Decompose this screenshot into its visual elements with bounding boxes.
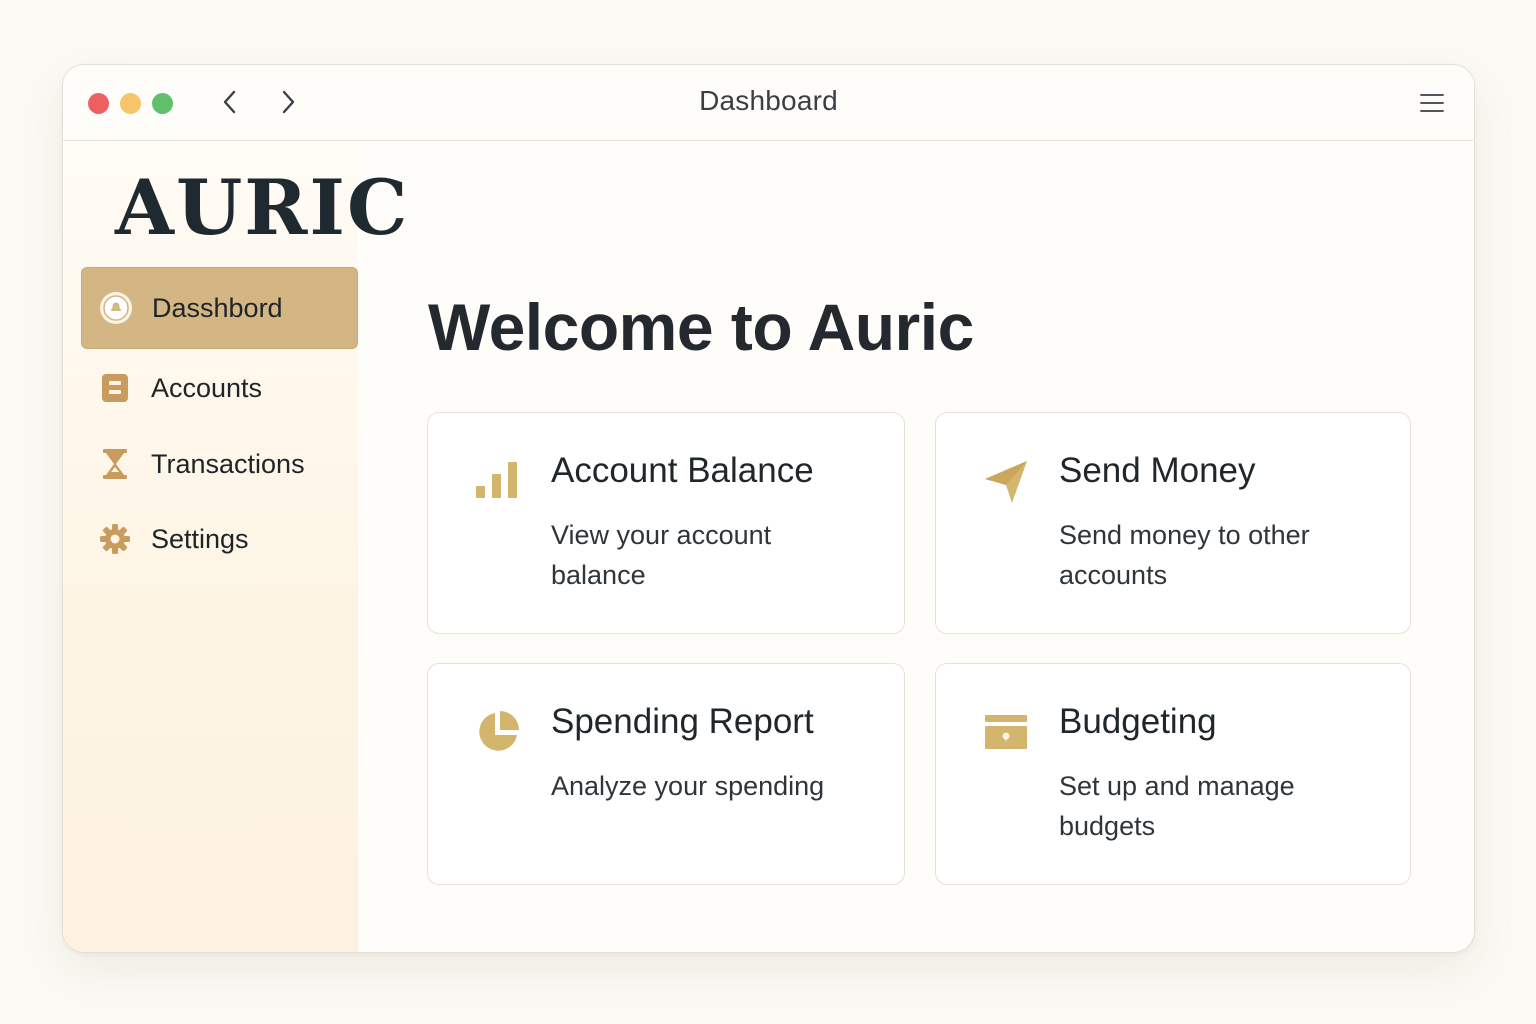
card-description: Set up and manage budgets	[1059, 771, 1295, 841]
sidebar-item-label: Transactions	[151, 448, 305, 479]
paper-plane-icon	[980, 455, 1032, 507]
card-description: Analyze your spending	[551, 771, 825, 801]
card-description: View your account balance	[551, 520, 772, 590]
account-balance-card[interactable]: Account Balance View your account balanc…	[427, 412, 905, 634]
page-title: Welcome to Auric	[428, 290, 974, 364]
card-title: Spending Report	[551, 702, 814, 741]
hourglass-icon	[97, 446, 133, 482]
send-money-card[interactable]: Send Money Send money to other accounts	[935, 412, 1411, 634]
gear-icon	[97, 521, 133, 557]
sidebar-item-label: Dasshbord	[152, 292, 283, 323]
sidebar-item-transactions[interactable]: Transactions	[81, 423, 358, 505]
menu-button[interactable]	[1416, 87, 1448, 119]
pie-chart-icon	[472, 706, 524, 758]
sidebar-item-accounts[interactable]: Accounts	[81, 347, 358, 429]
hamburger-menu-icon	[1420, 94, 1444, 112]
card-title: Send Money	[1059, 451, 1256, 490]
app-window: Dashboard AURIC Dasshbord Accounts Trans…	[62, 64, 1475, 953]
sidebar-item-label: Accounts	[151, 372, 263, 403]
sidebar-item-label: Settings	[151, 523, 249, 554]
accounts-icon	[97, 370, 133, 406]
main-content: Welcome to Auric Account Balance View yo…	[358, 141, 1474, 952]
card-title: Budgeting	[1059, 702, 1217, 741]
card-title: Account Balance	[551, 451, 814, 490]
dashboard-icon	[98, 290, 134, 326]
title-bar: Dashboard	[63, 65, 1474, 141]
sidebar: AURIC Dasshbord Accounts Transactions Se…	[63, 141, 407, 952]
sidebar-item-settings[interactable]: Settings	[81, 498, 358, 580]
card-description: Send money to other accounts	[1059, 520, 1310, 590]
budgeting-card[interactable]: Budgeting Set up and manage budgets	[935, 663, 1411, 885]
window-title: Dashboard	[699, 85, 838, 116]
spending-report-card[interactable]: Spending Report Analyze your spending	[427, 663, 905, 885]
sidebar-item-dashboard[interactable]: Dasshbord	[81, 267, 358, 349]
wallet-icon	[980, 706, 1032, 758]
bar-chart-icon	[472, 455, 524, 507]
